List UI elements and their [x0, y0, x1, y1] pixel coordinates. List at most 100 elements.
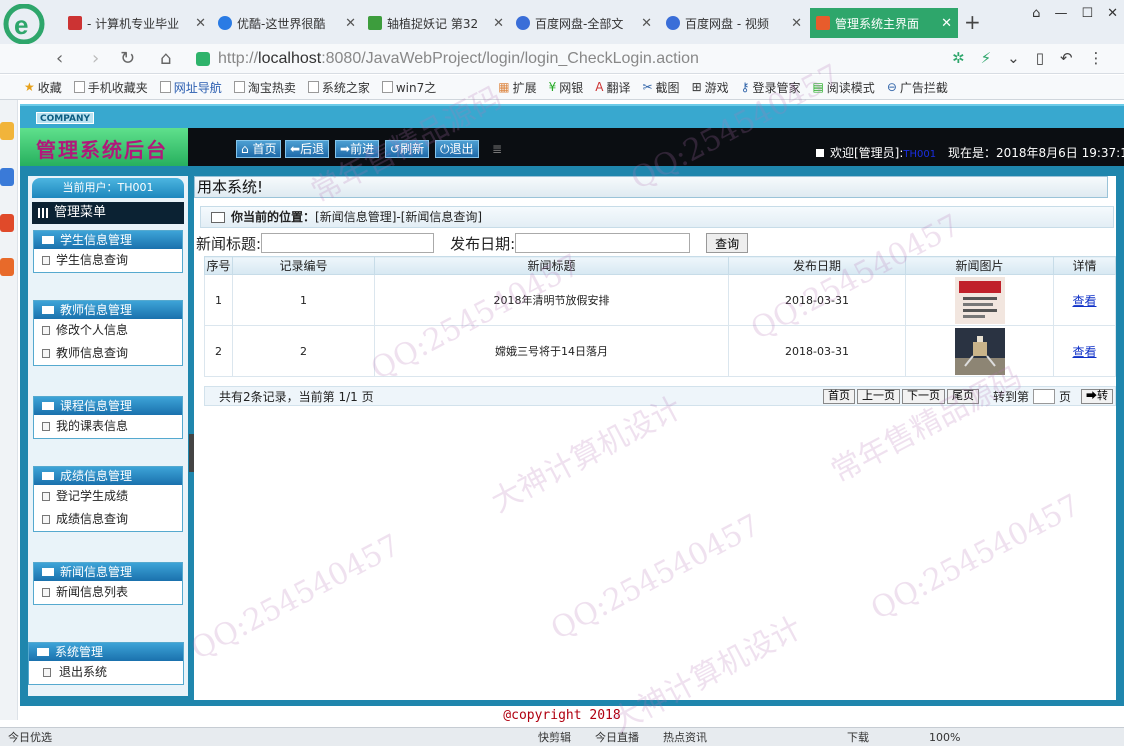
bookmark-item[interactable]: ¥ 网银 — [549, 79, 584, 96]
news-title-input[interactable] — [261, 233, 435, 253]
menu-group-header[interactable]: 课程信息管理 — [34, 397, 182, 415]
menu-group-header[interactable]: 教师信息管理 — [34, 301, 182, 319]
close-window-icon[interactable]: ✕ — [1107, 6, 1118, 21]
bank-icon: ¥ — [548, 80, 557, 94]
bookmark-item[interactable]: ▤ 阅读模式 — [812, 79, 874, 96]
menu-item-teacher-query[interactable]: 教师信息查询 — [34, 342, 182, 365]
news-thumbnail[interactable] — [954, 327, 1005, 375]
close-icon[interactable]: ✕ — [791, 16, 802, 31]
menu-item-student-query[interactable]: 学生信息查询 — [34, 249, 182, 272]
publish-date-input[interactable] — [515, 233, 691, 253]
bookmark-item[interactable]: ▦ 扩展 — [498, 79, 536, 96]
menu-item-news-list[interactable]: 新闻信息列表 — [34, 581, 182, 604]
security-icon[interactable]: ✲ — [952, 49, 965, 67]
bookmark-item[interactable]: 手机收藏夹 — [73, 79, 148, 96]
lightning-icon[interactable]: ⚡ — [981, 49, 992, 67]
forward-button-label: 前进 — [350, 142, 375, 156]
main-content: 用本系统! 你当前的位置：[新闻信息管理]-[新闻信息查询] 新闻标题: 发布日… — [194, 176, 1116, 700]
menu-item-edit-profile[interactable]: 修改个人信息 — [34, 319, 182, 342]
next-page-button[interactable]: 下一页 — [901, 388, 945, 404]
last-page-button[interactable]: 尾页 — [946, 388, 979, 404]
refresh-button[interactable]: ↺刷新 — [385, 140, 430, 158]
close-icon[interactable]: ✕ — [493, 16, 504, 31]
back-button[interactable]: ⬅后退 — [285, 140, 330, 158]
welcome-text: 欢迎[管理员]:TH001 现在是：2018年8月6日 19:37:12 — [816, 144, 1124, 161]
forward-button[interactable]: ➡前进 — [335, 140, 380, 158]
bookmark-item[interactable]: 系统之家 — [307, 79, 370, 96]
back-icon[interactable]: ‹ — [56, 48, 63, 69]
bookmark-item[interactable]: win7之 — [381, 79, 436, 96]
minimize-icon[interactable]: — — [1054, 6, 1067, 21]
menu-group-system: 系统管理 退出系统 — [28, 642, 184, 685]
folder-icon — [42, 236, 54, 244]
detail-link[interactable]: 查看 — [1072, 294, 1096, 308]
tab-5[interactable]: 百度网盘 - 视频 ✕ — [660, 8, 808, 38]
menu-item-my-schedule[interactable]: 我的课表信息 — [34, 415, 182, 438]
detail-link[interactable]: 查看 — [1072, 345, 1096, 359]
status-item[interactable]: 快剪辑 — [538, 729, 571, 745]
menu-item-exit[interactable]: 退出系统 — [29, 661, 183, 684]
table-header-row: 序号 记录编号 新闻标题 发布日期 新闻图片 详情 — [204, 256, 1116, 275]
zoom-level[interactable]: 100% — [929, 731, 960, 744]
prev-page-button[interactable]: 上一页 — [856, 388, 900, 404]
maximize-icon[interactable]: ☐ — [1081, 6, 1093, 21]
menu-item-register-score[interactable]: 登记学生成绩 — [34, 485, 182, 508]
bookmark-item[interactable]: ⚷ 登录管家 — [741, 79, 801, 96]
close-icon[interactable]: ✕ — [195, 16, 206, 31]
bookmark-item[interactable]: ★ 收藏 — [24, 79, 62, 96]
doc-icon[interactable] — [0, 168, 14, 186]
close-icon[interactable]: ✕ — [941, 16, 952, 31]
weibo-icon[interactable] — [0, 214, 14, 232]
status-item[interactable]: 今日优选 — [8, 729, 538, 745]
new-tab-button[interactable]: + — [964, 10, 981, 34]
close-icon[interactable]: ✕ — [345, 16, 356, 31]
bookmark-item[interactable]: ⊞ 游戏 — [692, 79, 729, 96]
menu-item-label: 新闻信息列表 — [56, 585, 129, 599]
home-icon[interactable]: ⌂ — [160, 48, 171, 69]
mail-icon[interactable] — [0, 258, 14, 276]
bookmark-item[interactable]: A 翻译 — [595, 79, 630, 96]
app-top-strip: COMPANY — [20, 104, 1124, 128]
bookmark-item[interactable]: ⊖ 广告拦截 — [887, 79, 948, 96]
news-thumbnail[interactable] — [954, 276, 1005, 324]
first-page-button[interactable]: 首页 — [822, 388, 855, 404]
tab-4[interactable]: 百度网盘-全部文 ✕ — [510, 8, 658, 38]
cell-detail: 查看 — [1053, 325, 1116, 377]
bookmark-item[interactable]: ✂ 截图 — [642, 79, 679, 96]
star-icon[interactable] — [0, 122, 14, 140]
menu-item-score-query[interactable]: 成绩信息查询 — [34, 508, 182, 531]
page-number-input[interactable] — [1032, 388, 1055, 404]
reload-icon[interactable]: ↻ — [120, 48, 135, 69]
tab-2[interactable]: 优酷-这世界很酷 ✕ — [212, 8, 362, 38]
status-item[interactable]: 热点资讯 — [663, 729, 707, 745]
go-button[interactable]: ➡转 — [1081, 388, 1113, 404]
home-button[interactable]: ⌂ 首页 — [236, 140, 282, 158]
menu-group-header[interactable]: 新闻信息管理 — [34, 563, 182, 581]
bookmark-item[interactable]: 淘宝热卖 — [233, 79, 296, 96]
browser-logo-icon[interactable]: e — [2, 4, 46, 44]
status-item[interactable]: 今日直播 — [595, 729, 639, 745]
menu-group-header[interactable]: 系统管理 — [29, 643, 183, 661]
bookmark-item[interactable]: 网址导航 — [159, 79, 222, 96]
phone-icon[interactable]: ▯ — [1036, 49, 1044, 67]
menu-group-header[interactable]: 成绩信息管理 — [34, 467, 182, 485]
tab-1[interactable]: - 计算机专业毕业 ✕ — [62, 8, 212, 38]
menu-group-header[interactable]: 学生信息管理 — [34, 231, 182, 249]
forward-icon[interactable]: › — [92, 48, 99, 69]
page-icon — [307, 81, 319, 93]
refresh-button-label: 刷新 — [400, 142, 425, 156]
search-form: 新闻标题: 发布日期: 查询 — [196, 232, 1110, 254]
undo-icon[interactable]: ↶ — [1060, 49, 1073, 67]
close-icon[interactable]: ✕ — [641, 16, 652, 31]
query-button[interactable]: 查询 — [706, 233, 749, 253]
tab-6-active[interactable]: 管理系统主界面 ✕ — [810, 8, 958, 38]
menu-item-label: 教师信息查询 — [56, 346, 129, 360]
url-input[interactable]: http://localhost:8080/JavaWebProject/log… — [196, 47, 938, 71]
menu-item-label: 学生信息查询 — [56, 253, 129, 267]
tab-3[interactable]: 轴植捉妖记 第32 ✕ — [362, 8, 510, 38]
menu-icon[interactable]: ⋮ — [1089, 49, 1104, 67]
shirt-icon[interactable]: ⌂ — [1032, 6, 1040, 21]
logout-button[interactable]: ⏻退出 — [435, 140, 479, 158]
status-item[interactable]: 下载 — [847, 729, 869, 745]
dropdown-icon[interactable]: ⌄ — [1007, 49, 1020, 67]
